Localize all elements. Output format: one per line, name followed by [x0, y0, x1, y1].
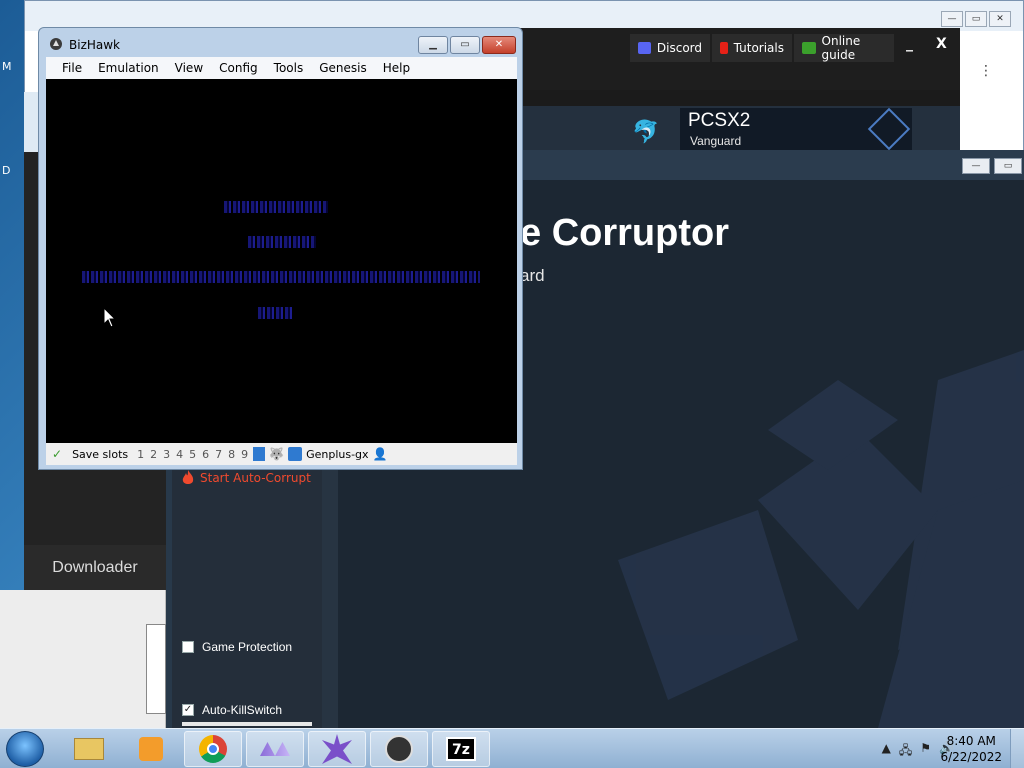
- save-slot-4[interactable]: 4: [175, 448, 184, 461]
- rtc-corruptor-icon[interactable]: [308, 731, 366, 767]
- save-slots-label: Save slots: [72, 447, 129, 461]
- browser-caption-buttons: — ▭ ✕: [941, 11, 1011, 27]
- bizhawk-menu-bar: File Emulation View Config Tools Genesis…: [46, 57, 517, 79]
- game-protection-checkbox[interactable]: Game Protection: [182, 640, 292, 654]
- desktop-icon-label[interactable]: D: [2, 164, 10, 177]
- core-icon: [288, 447, 303, 461]
- bizhawk-status-bar: ✓ Save slots 1 2 3 4 5 6 7 8 9 0 🐺 Genpl…: [46, 443, 517, 465]
- taskbar: 7z ▲ 🖧 ⚑ 🔊 8:40 AM 6/22/2022: [0, 728, 1024, 768]
- media-player-icon[interactable]: [122, 731, 180, 767]
- glitched-text-line: [248, 236, 316, 248]
- rtc-launcher-window: Discord Tutorials Online guide _ X 🐬 PCS…: [520, 28, 960, 152]
- clock-time: 8:40 AM: [946, 734, 996, 748]
- start-auto-corrupt-button[interactable]: Start Auto-Corrupt: [182, 470, 311, 486]
- checkbox-box[interactable]: ✓: [182, 704, 194, 716]
- user-icon: 👤: [372, 447, 388, 461]
- discord-label: Discord: [656, 41, 702, 55]
- desktop-icon-label[interactable]: M: [2, 60, 12, 73]
- game-protection-label: Game Protection: [202, 640, 293, 654]
- dolphin-icon[interactable]: 🐬: [632, 120, 659, 145]
- auto-killswitch-label: Auto-KillSwitch: [202, 703, 283, 717]
- close-button[interactable]: ✕: [989, 11, 1011, 27]
- rtc-launcher-icon[interactable]: [246, 731, 304, 767]
- rtc-maximize-button[interactable]: ▭: [994, 158, 1022, 174]
- clock[interactable]: 8:40 AM 6/22/2022: [940, 733, 1002, 765]
- menu-view[interactable]: View: [167, 61, 211, 75]
- bizhawk-icon[interactable]: [370, 731, 428, 767]
- downloader-button[interactable]: Downloader: [24, 545, 166, 590]
- wolf-icon: 🐺: [269, 447, 285, 461]
- pcsx2-subtitle: Vanguard: [690, 134, 742, 148]
- background-window-area: [0, 590, 166, 728]
- menu-tools[interactable]: Tools: [266, 61, 312, 75]
- menu-config[interactable]: Config: [211, 61, 266, 75]
- menu-genesis[interactable]: Genesis: [311, 61, 375, 75]
- pcsx2-logo-icon: [867, 107, 911, 151]
- action-center-icon[interactable]: ⚑: [920, 741, 931, 762]
- emulator-screen[interactable]: [46, 79, 517, 443]
- glitched-text-line: [224, 201, 328, 213]
- bizhawk-caption-buttons: ▁ ▭ ✕: [418, 36, 516, 54]
- show-desktop-button[interactable]: [1010, 729, 1024, 768]
- save-slot-3[interactable]: 3: [162, 448, 171, 461]
- discord-button[interactable]: Discord: [630, 34, 710, 62]
- pcsx2-title: PCSX2: [688, 110, 751, 131]
- menu-file[interactable]: File: [54, 61, 90, 75]
- discord-icon: [638, 42, 651, 54]
- glitched-text-line: [82, 271, 480, 283]
- killswitch-progress-bar: [182, 722, 312, 726]
- save-slot-8[interactable]: 8: [227, 448, 236, 461]
- save-slot-6[interactable]: 6: [201, 448, 210, 461]
- network-icon[interactable]: 🖧: [899, 741, 912, 762]
- bizhawk-window: BizHawk ▁ ▭ ✕ File Emulation View Config…: [38, 27, 523, 470]
- background-window-panel: [146, 624, 166, 714]
- start-button[interactable]: [6, 731, 44, 767]
- checkbox-box[interactable]: [182, 641, 194, 653]
- online-guide-button[interactable]: Online guide: [794, 34, 894, 62]
- save-slot-1[interactable]: 1: [136, 448, 145, 461]
- youtube-icon: [720, 42, 728, 54]
- launcher-close-button[interactable]: X: [936, 36, 947, 52]
- online-guide-label: Online guide: [821, 34, 861, 62]
- tutorials-label: Tutorials: [733, 41, 784, 55]
- save-slot-7[interactable]: 7: [214, 448, 223, 461]
- clock-date: 6/22/2022: [940, 750, 1002, 764]
- glitched-text-line: [258, 307, 292, 319]
- minimize-button[interactable]: —: [941, 11, 963, 27]
- auto-killswitch-checkbox[interactable]: ✓ Auto-KillSwitch: [182, 703, 282, 717]
- check-icon: ✓: [52, 447, 63, 461]
- save-slot-5[interactable]: 5: [188, 448, 197, 461]
- save-slot-9[interactable]: 9: [240, 448, 249, 461]
- bizhawk-icon: [50, 38, 62, 50]
- minimize-button[interactable]: ▁: [418, 36, 448, 54]
- core-name-label: Genplus-gx: [306, 447, 369, 461]
- mouse-cursor-icon: [104, 308, 116, 328]
- save-slot-2[interactable]: 2: [149, 448, 158, 461]
- pcsx2-vanguard-tile[interactable]: PCSX2 Vanguard: [680, 107, 912, 152]
- close-button[interactable]: ✕: [482, 36, 516, 54]
- 7zip-icon[interactable]: 7z: [432, 731, 490, 767]
- explorer-icon[interactable]: [60, 731, 118, 767]
- flame-icon: [182, 470, 194, 484]
- chrome-icon[interactable]: [184, 731, 242, 767]
- show-hidden-icons-icon[interactable]: ▲: [882, 741, 891, 762]
- start-auto-corrupt-label: Start Auto-Corrupt: [200, 471, 311, 485]
- maximize-button[interactable]: ▭: [450, 36, 480, 54]
- menu-help[interactable]: Help: [375, 61, 418, 75]
- tutorials-button[interactable]: Tutorials: [712, 34, 792, 62]
- bizhawk-title: BizHawk: [69, 38, 121, 52]
- rtc-app-subtitle: ard: [520, 266, 545, 285]
- maximize-button[interactable]: ▭: [965, 11, 987, 27]
- menu-emulation[interactable]: Emulation: [90, 61, 167, 75]
- rtc-app-title: e Corruptor: [520, 212, 729, 254]
- browser-menu-icon[interactable]: ⋮: [979, 63, 993, 79]
- save-slot-0[interactable]: 0: [253, 447, 266, 461]
- guide-icon: [802, 42, 816, 54]
- launcher-minimize-button[interactable]: _: [906, 36, 913, 52]
- rtc-minimize-button[interactable]: —: [962, 158, 990, 174]
